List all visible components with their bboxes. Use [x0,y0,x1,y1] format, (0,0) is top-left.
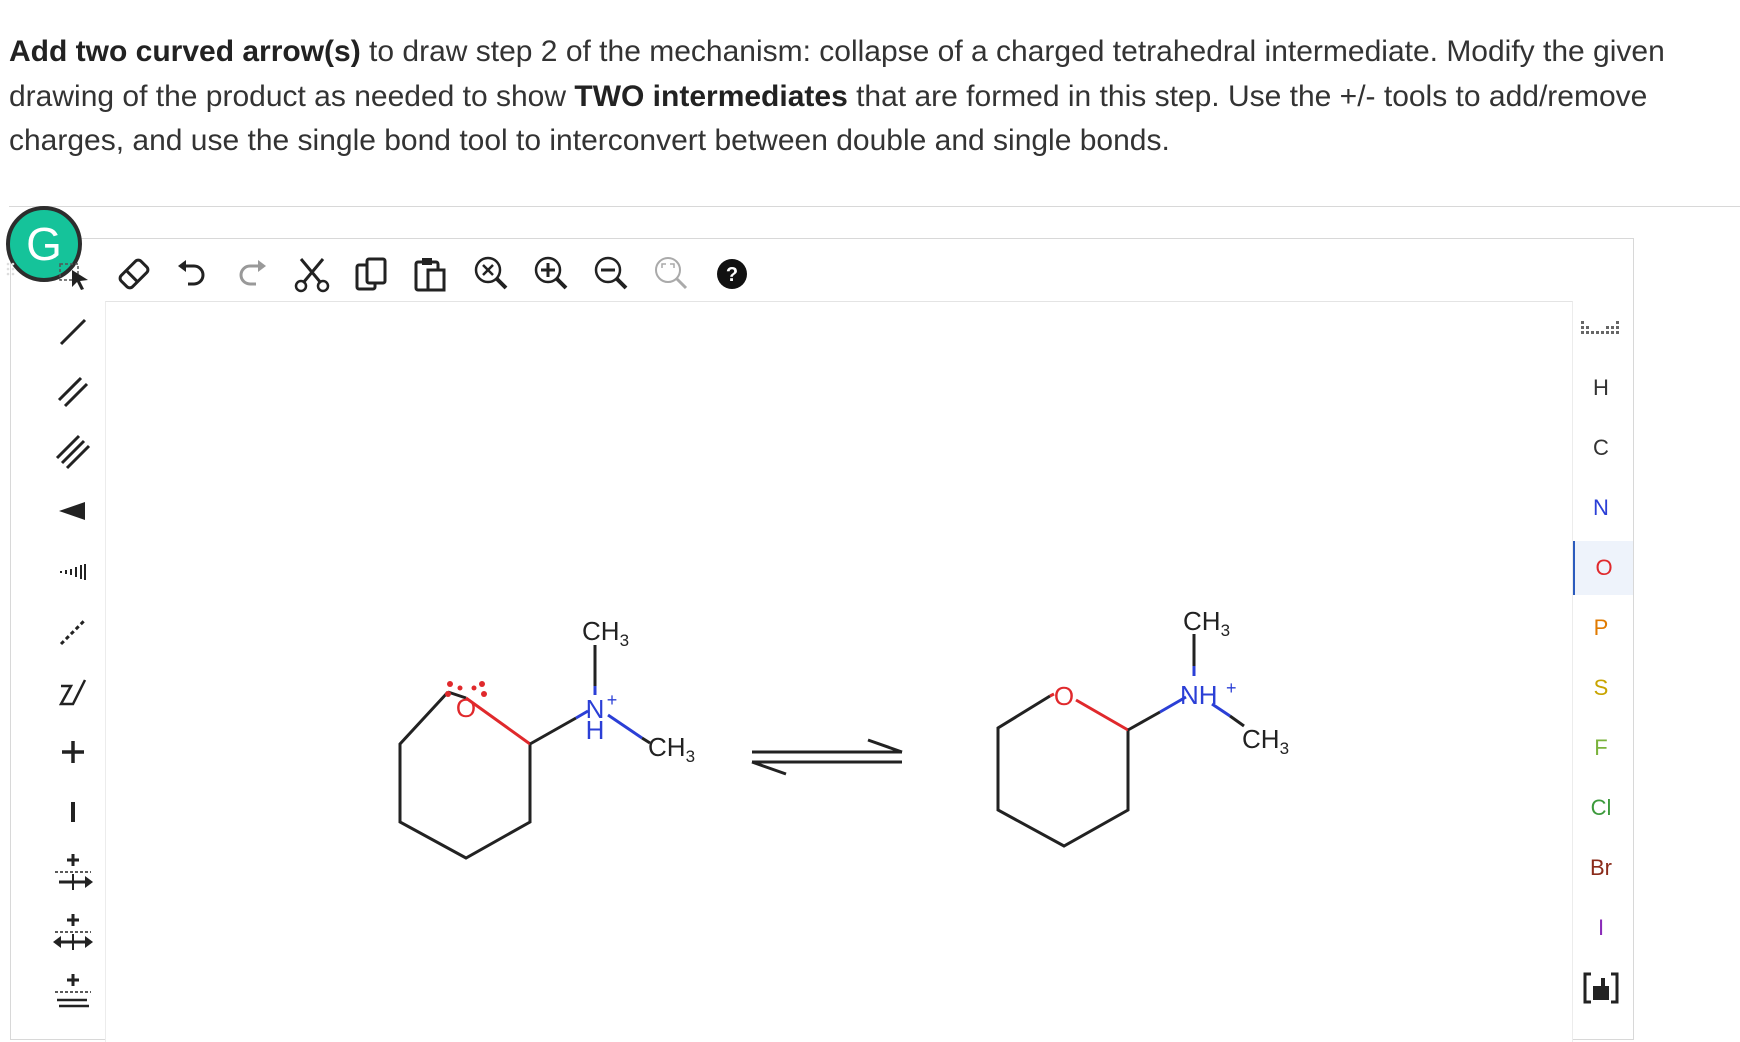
element-h[interactable]: H [1572,361,1630,415]
paste-icon[interactable] [410,252,454,296]
element-s[interactable]: S [1572,661,1630,715]
element-f-label: F [1594,735,1608,760]
element-o[interactable]: O [1572,541,1633,595]
element-i[interactable]: I [1572,901,1630,955]
drawing-canvas[interactable] [105,301,1573,1042]
dashed-bond-icon[interactable] [44,605,102,659]
element-toolbar: H C N O P S F Cl Br I [1572,301,1633,1021]
help-glyph: ? [726,264,738,286]
eraser-icon[interactable] [112,252,156,296]
element-o-label: O [1595,555,1613,580]
plus-charge-icon[interactable] [44,725,102,779]
question-prompt: Add two curved arrow(s) to draw step 2 o… [9,30,1729,164]
grammarly-letter: G [26,218,62,270]
prompt-bold-2: TWO intermediates [574,79,848,113]
help-icon[interactable]: ? [710,252,754,296]
element-n[interactable]: N [1572,481,1630,535]
cut-icon[interactable] [290,252,334,296]
curved-arrow-single-icon[interactable] [44,905,102,959]
element-cl-label: Cl [1590,795,1612,820]
element-i-label: I [1597,915,1605,940]
element-p[interactable]: P [1572,601,1630,655]
double-bond-icon[interactable] [44,365,102,419]
curved-arrow-pair-icon[interactable] [44,845,102,899]
select-arrow-icon[interactable] [58,262,92,297]
minus-charge-icon[interactable] [44,785,102,839]
wedge-bond-icon[interactable] [44,485,102,539]
element-p-label: P [1593,615,1609,640]
element-h-label: H [1593,375,1609,400]
element-br[interactable]: Br [1572,841,1630,895]
element-c[interactable]: C [1572,421,1630,475]
bond-toolbar [44,301,102,1021]
divider [9,206,1740,207]
hash-bond-icon[interactable] [44,545,102,599]
zoom-fit-icon[interactable] [650,252,694,296]
chain-icon[interactable] [44,665,102,719]
element-f[interactable]: F [1572,721,1630,775]
prompt-bold-1: Add two curved arrow(s) [9,35,361,68]
undo-icon[interactable] [170,252,214,296]
single-bond-icon[interactable] [44,305,102,359]
element-c-label: C [1593,435,1609,460]
zoom-out-icon[interactable] [590,252,634,296]
element-cl[interactable]: Cl [1572,781,1630,835]
element-br-label: Br [1590,855,1612,880]
resonance-arrow-icon[interactable] [44,965,102,1019]
zoom-reset-icon[interactable] [470,252,514,296]
redo-icon[interactable] [230,252,274,296]
copy-icon[interactable] [350,252,394,296]
element-s-label: S [1593,675,1609,700]
element-n-label: N [1593,495,1609,520]
zoom-in-icon[interactable] [530,252,574,296]
drag-handle-icon[interactable] [6,262,20,282]
template-icon[interactable] [1572,961,1630,1015]
periodic-table-icon[interactable] [1572,305,1630,359]
triple-bond-icon[interactable] [44,425,102,479]
